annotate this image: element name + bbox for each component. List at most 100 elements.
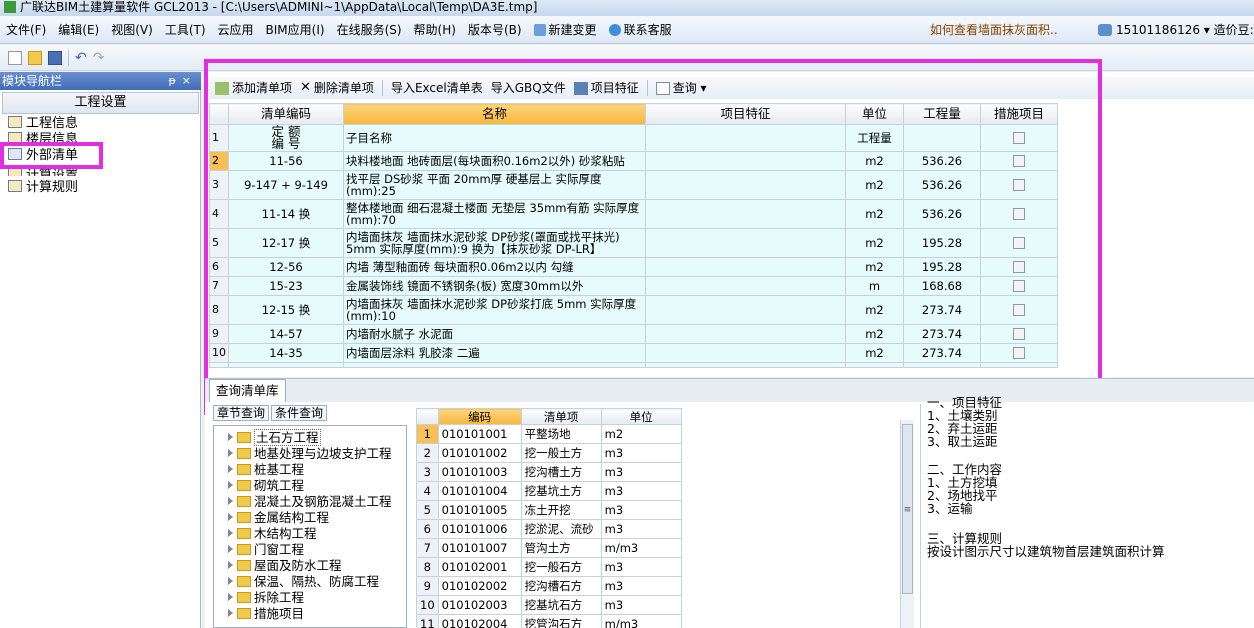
menu-edit[interactable]: 编辑(E) [52, 16, 105, 44]
expand-arrow-icon[interactable] [228, 561, 233, 569]
menu-view[interactable]: 视图(V) [105, 16, 159, 44]
project-settings-header[interactable]: 工程设置 [2, 92, 199, 114]
new-file-icon[interactable] [8, 50, 22, 65]
lib-cell-item[interactable]: 挖基坑土方 [520, 481, 602, 501]
redo-icon[interactable]: ↷ [93, 50, 105, 66]
menu-bim[interactable]: BIM应用(I) [260, 16, 331, 44]
lib-cell-rownum[interactable]: 10 [416, 595, 439, 615]
lib-cell-code[interactable]: 010101006 [437, 519, 522, 539]
lib-cell-rownum[interactable]: 6 [416, 519, 439, 539]
tree-node[interactable]: 屋面及防水工程 [228, 558, 342, 574]
tab-condition-query[interactable]: 条件查询 [271, 405, 328, 421]
lib-header-item[interactable]: 清单项 [520, 408, 602, 425]
expand-arrow-icon[interactable] [228, 577, 233, 585]
menu-cloud[interactable]: 云应用 [212, 16, 260, 44]
lib-row[interactable]: 7 010101007 管沟土方 m/m3 [416, 538, 682, 558]
lib-cell-rownum[interactable]: 1 [416, 424, 439, 444]
expand-arrow-icon[interactable] [228, 609, 233, 617]
expand-arrow-icon[interactable] [228, 513, 233, 521]
lib-row[interactable]: 5 010101005 冻土开挖 m3 [416, 500, 682, 520]
lib-cell-unit[interactable]: m3 [600, 500, 682, 520]
lib-cell-unit[interactable]: m3 [600, 481, 682, 501]
lib-cell-rownum[interactable]: 9 [416, 576, 439, 596]
lib-cell-code[interactable]: 010101003 [437, 462, 522, 482]
lib-cell-code[interactable]: 010102001 [437, 557, 522, 577]
menu-help[interactable]: 帮助(H) [408, 16, 462, 44]
expand-arrow-icon[interactable] [228, 497, 233, 505]
lib-cell-rownum[interactable]: 2 [416, 443, 439, 463]
tab-query-library[interactable]: 查询清单库 [209, 379, 286, 402]
open-folder-icon[interactable] [28, 50, 42, 65]
nav-item-project-info[interactable]: 工程信息 [8, 116, 78, 132]
lib-cell-code[interactable]: 010101007 [437, 538, 522, 558]
tab-chapter-query[interactable]: 章节查询 [213, 405, 270, 421]
tree-node[interactable]: 措施项目 [228, 606, 304, 622]
lib-row[interactable]: 1 010101001 平整场地 m2 [416, 424, 682, 444]
lib-cell-unit[interactable]: m3 [600, 519, 682, 539]
nav-item-calc-rules[interactable]: 计算规则 [8, 180, 78, 196]
lib-cell-unit[interactable]: m3 [600, 443, 682, 463]
lib-cell-code[interactable]: 010101001 [437, 424, 522, 444]
library-scrollbar[interactable]: ≡ [900, 420, 914, 628]
lib-cell-item[interactable]: 挖沟槽土方 [520, 462, 602, 482]
lib-cell-unit[interactable]: m3 [600, 557, 682, 577]
lib-row[interactable]: 2 010101002 挖一般土方 m3 [416, 443, 682, 463]
user-account[interactable]: 15101186126 ▾ 造价豆: [1098, 16, 1254, 44]
lib-cell-item[interactable]: 挖淤泥、流砂 [520, 519, 602, 539]
lib-cell-unit[interactable]: m3 [600, 595, 682, 615]
lib-cell-item[interactable]: 冻土开挖 [520, 500, 602, 520]
lib-cell-unit[interactable]: m3 [600, 462, 682, 482]
scrollbar-thumb[interactable]: ≡ [902, 424, 913, 594]
expand-arrow-icon[interactable] [228, 529, 233, 537]
lib-cell-rownum[interactable]: 7 [416, 538, 439, 558]
tree-node[interactable]: 土石方工程 [228, 429, 321, 446]
lib-cell-unit[interactable]: m/m3 [600, 614, 682, 628]
lib-row[interactable]: 9 010102002 挖沟槽石方 m3 [416, 576, 682, 596]
nav-item-calc-settings[interactable]: 计算设置 [8, 168, 78, 176]
expand-arrow-icon[interactable] [228, 465, 233, 473]
lib-cell-code[interactable]: 010102004 [437, 614, 522, 628]
lib-cell-item[interactable]: 挖一般石方 [520, 557, 602, 577]
lib-cell-rownum[interactable]: 11 [416, 614, 439, 628]
lib-row[interactable]: 3 010101003 挖沟槽土方 m3 [416, 462, 682, 482]
lib-cell-item[interactable]: 管沟土方 [520, 538, 602, 558]
undo-icon[interactable]: ↶ [75, 50, 87, 66]
menu-file[interactable]: 文件(F) [0, 16, 52, 44]
lib-row[interactable]: 6 010101006 挖淤泥、流砂 m3 [416, 519, 682, 539]
lib-cell-code[interactable]: 010102003 [437, 595, 522, 615]
expand-arrow-icon[interactable] [228, 593, 233, 601]
lib-cell-rownum[interactable]: 3 [416, 462, 439, 482]
lib-cell-item[interactable]: 挖沟槽石方 [520, 576, 602, 596]
faq-link[interactable]: 如何查看墙面抹灰面积.. [930, 16, 1058, 44]
expand-arrow-icon[interactable] [228, 433, 233, 441]
lib-cell-unit[interactable]: m3 [600, 576, 682, 596]
lib-cell-item[interactable]: 挖管沟石方 [520, 614, 602, 628]
lib-cell-code[interactable]: 010101005 [437, 500, 522, 520]
lib-cell-unit[interactable]: m/m3 [600, 538, 682, 558]
expand-arrow-icon[interactable] [228, 449, 233, 457]
tree-node[interactable]: 砌筑工程 [228, 478, 304, 494]
lib-cell-code[interactable]: 010101002 [437, 443, 522, 463]
lib-header-code[interactable]: 编码 [437, 408, 522, 425]
lib-cell-rownum[interactable]: 4 [416, 481, 439, 501]
tree-node[interactable]: 木结构工程 [228, 526, 317, 542]
tree-node[interactable]: 地基处理与边坡支护工程 [228, 446, 392, 462]
tree-node[interactable]: 保温、隔热、防腐工程 [228, 574, 379, 590]
lib-cell-item[interactable]: 挖一般土方 [520, 443, 602, 463]
tree-node[interactable]: 门窗工程 [228, 542, 304, 558]
close-icon[interactable]: × [182, 74, 197, 87]
lib-row[interactable]: 10 010102003 挖基坑石方 m3 [416, 595, 682, 615]
expand-arrow-icon[interactable] [228, 481, 233, 489]
tree-node[interactable]: 混凝土及钢筋混凝土工程 [228, 494, 392, 510]
lib-cell-rownum[interactable]: 8 [416, 557, 439, 577]
tree-node[interactable]: 桩基工程 [228, 462, 304, 478]
menu-new-change[interactable]: 新建变更 [528, 16, 603, 44]
pin-icon[interactable]: ᵽ [168, 74, 181, 87]
nav-item-floor-info[interactable]: 楼层信息 [8, 132, 78, 142]
lib-cell-code[interactable]: 010102002 [437, 576, 522, 596]
lib-row[interactable]: 8 010102001 挖一般石方 m3 [416, 557, 682, 577]
save-icon[interactable] [48, 50, 62, 65]
lib-cell-item[interactable]: 挖基坑石方 [520, 595, 602, 615]
lib-cell-item[interactable]: 平整场地 [520, 424, 602, 444]
lib-row[interactable]: 11 010102004 挖管沟石方 m/m3 [416, 614, 682, 628]
